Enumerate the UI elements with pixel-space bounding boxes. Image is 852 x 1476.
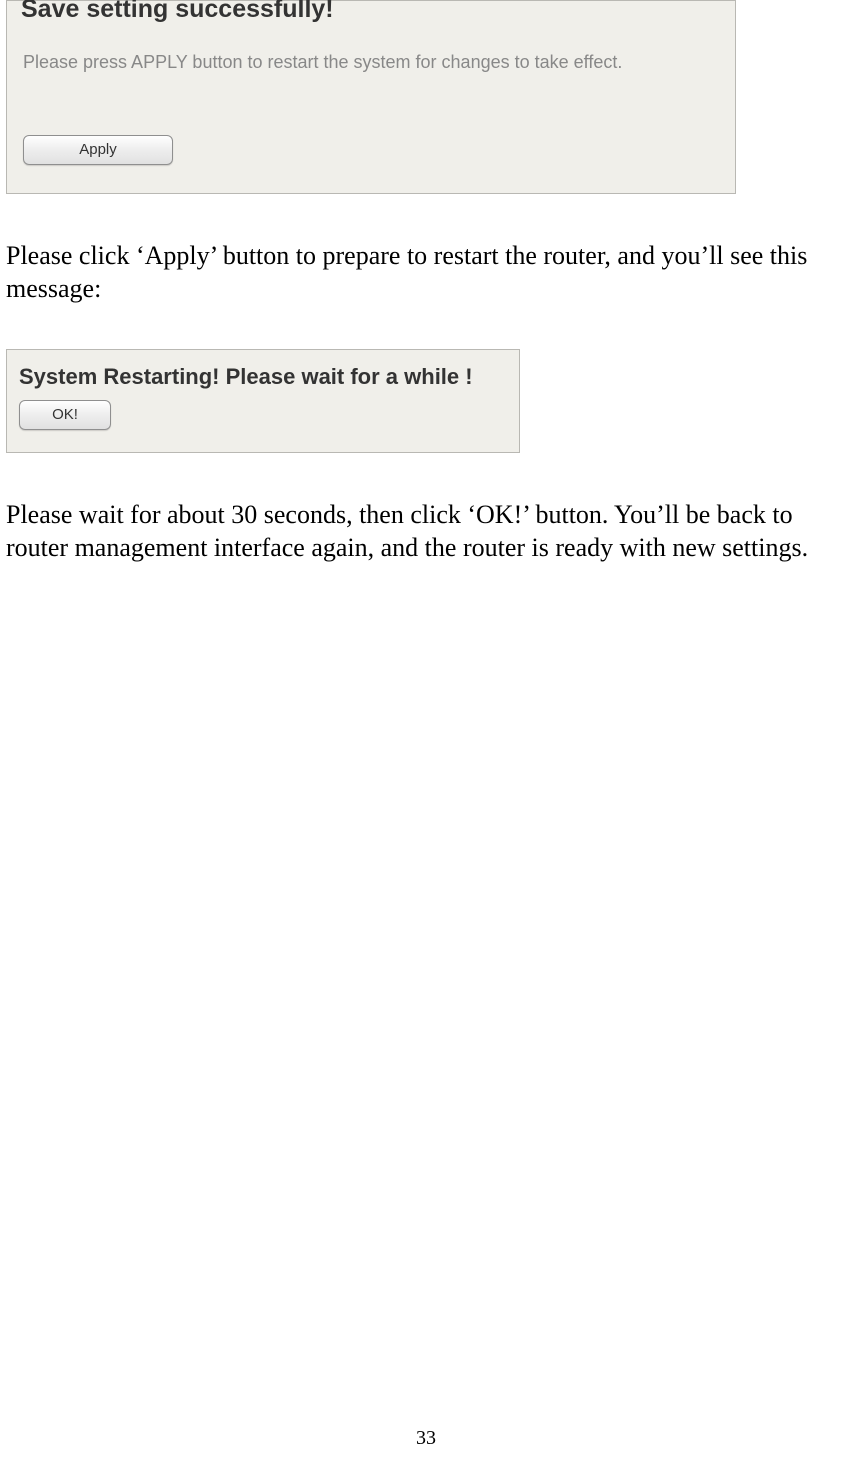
save-setting-panel: Save setting successfully! Please press …	[6, 0, 736, 194]
paragraph-2: Please wait for about 30 seconds, then c…	[6, 499, 846, 564]
page-number: 33	[0, 1427, 852, 1450]
system-restart-panel: System Restarting! Please wait for a whi…	[6, 349, 520, 453]
panel1-instruction: Please press APPLY button to restart the…	[23, 52, 719, 73]
panel2-heading: System Restarting! Please wait for a whi…	[19, 364, 507, 390]
panel1-heading: Save setting successfully!	[21, 0, 719, 24]
ok-button[interactable]: OK!	[19, 400, 111, 430]
paragraph-1: Please click ‘Apply’ button to prepare t…	[6, 240, 846, 305]
apply-button[interactable]: Apply	[23, 135, 173, 165]
